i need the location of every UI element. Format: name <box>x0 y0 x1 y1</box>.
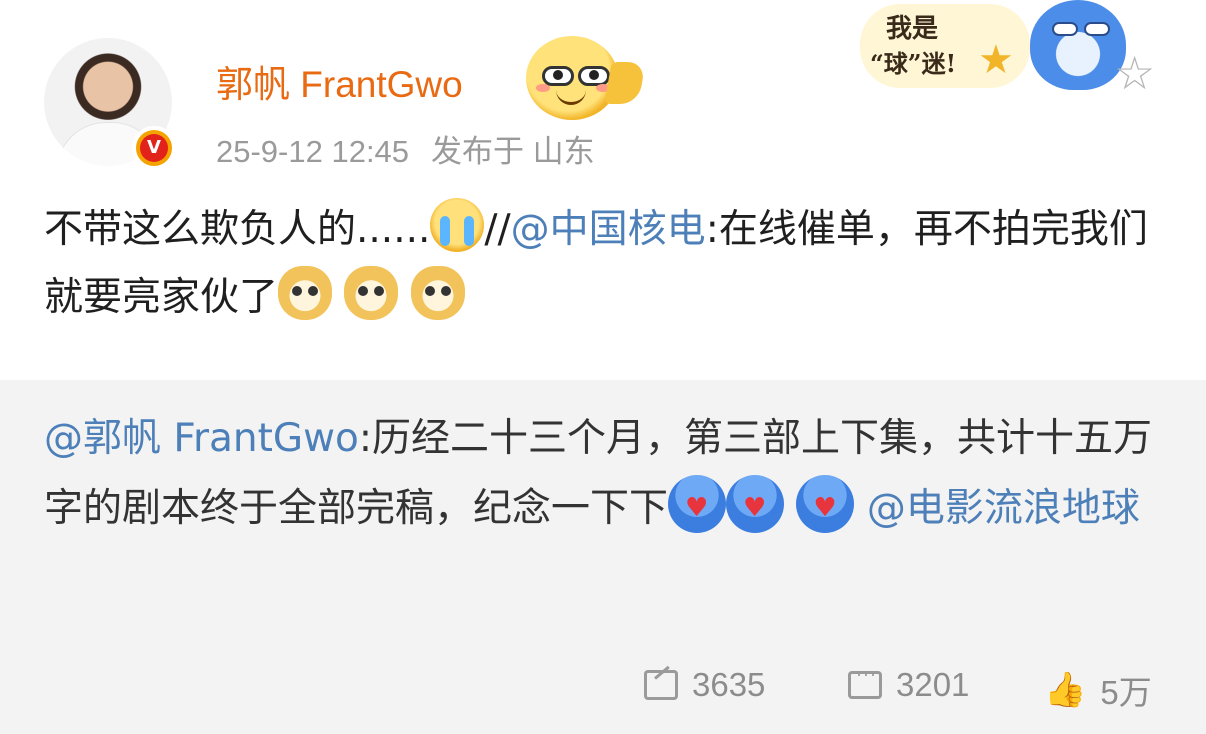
doge-emoji-icon <box>344 266 399 320</box>
mention-link[interactable]: @中国核电 <box>511 207 706 252</box>
post-text-before: 不带这么欺负人的...... <box>44 207 431 252</box>
repost-icon <box>644 670 678 700</box>
mascot-eye-left <box>1052 22 1078 36</box>
face-emoji-icon <box>526 36 618 120</box>
blue-heart-emoji-icon <box>668 475 727 533</box>
mascot-eye-right <box>1084 22 1110 36</box>
comment-count: 3201 <box>896 666 970 703</box>
like-button[interactable]: 👍 5万 <box>1044 666 1152 714</box>
post-separator: // <box>484 207 511 252</box>
username[interactable]: 郭帆 FrantGwo <box>216 54 463 108</box>
emoji-eye-left <box>542 66 574 86</box>
badge-ribbon-icon <box>604 62 646 104</box>
verified-badge-letter: V <box>140 134 168 162</box>
emoji-eye-right <box>578 66 610 86</box>
post-content: 不带这么欺负人的......//@中国核电:在线催单，再不拍完我们就要亮家伙了 <box>44 196 1164 332</box>
action-bar: 3635 3201 👍 5万 <box>0 664 1206 716</box>
post-header-area: V 郭帆 FrantGwo 25-9-12 12:45 发布于 山东 我是 “球”… <box>0 0 1206 380</box>
post-timestamp: 25-9-12 12:45 <box>216 134 410 169</box>
sticker-text-line1: 我是 <box>886 14 939 44</box>
sticker-star-icon: ★ <box>978 37 1014 83</box>
repost-movie-mention[interactable]: @电影流浪地球 <box>867 486 1140 531</box>
doge-emoji-icon <box>278 266 333 320</box>
reposted-post[interactable]: @郭帆 FrantGwo:历经二十三个月，第三部上下集，共计十五万字的剧本终于全… <box>0 380 1206 734</box>
whale-mascot-icon <box>1030 0 1126 90</box>
blue-heart-emoji-icon <box>796 475 855 533</box>
verified-badge-icon: V <box>132 126 176 170</box>
like-count: 5万 <box>1100 674 1152 711</box>
favorite-star-icon[interactable]: ☆ <box>1114 50 1155 96</box>
blue-heart-emoji-icon <box>726 475 785 533</box>
repost-count: 3635 <box>692 666 766 703</box>
doge-emoji-icon <box>410 266 465 320</box>
post-meta: 25-9-12 12:45 发布于 山东 <box>216 126 595 171</box>
repost-author-mention[interactable]: @郭帆 FrantGwo <box>44 416 359 461</box>
like-icon: 👍 <box>1044 671 1087 709</box>
emoji-blush-left <box>536 84 550 92</box>
comment-button[interactable]: 3201 <box>848 664 970 704</box>
comment-icon <box>848 664 882 699</box>
post-location: 发布于 山东 <box>431 134 595 169</box>
repost-content: @郭帆 FrantGwo:历经二十三个月，第三部上下集，共计十五万字的剧本终于全… <box>44 404 1164 544</box>
emoji-mouth <box>556 90 586 105</box>
profile-sticker: 我是 “球”迷! ★ ☆ <box>860 0 1160 110</box>
sticker-text-line2: “球”迷! <box>870 49 957 78</box>
cry-emoji-icon <box>430 198 485 252</box>
repost-button[interactable]: 3635 <box>644 666 765 704</box>
